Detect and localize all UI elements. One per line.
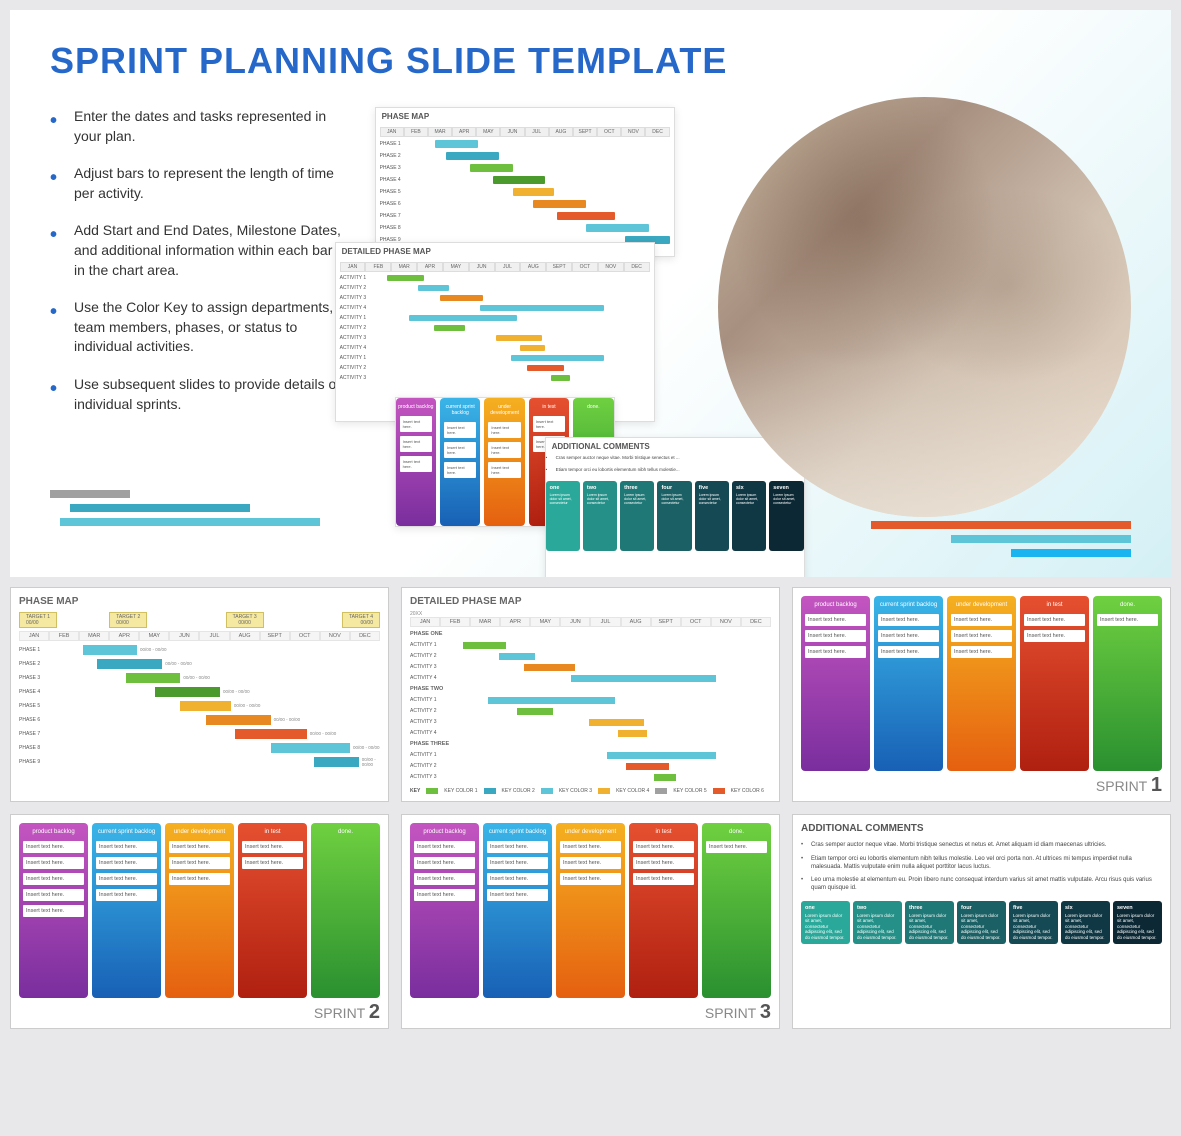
- comments-list: Cras semper auctor neque vitae. Morbi tr…: [801, 842, 1162, 893]
- thumb-title: DETAILED PHASE MAP: [410, 596, 771, 607]
- deco-bar: [50, 490, 130, 498]
- thumb-title: PHASE MAP: [19, 596, 380, 607]
- kanban-board: product backlogInsert text here.Insert t…: [801, 596, 1162, 771]
- deco-bar: [951, 535, 1131, 543]
- kanban-board: product backlogInsert text here.Insert t…: [410, 823, 771, 998]
- thumb-phase-map[interactable]: PHASE MAP TARGET 100/00TARGET 200/00TARG…: [10, 587, 389, 802]
- comment-item: Leo urna molestie at elementum eu. Proin…: [801, 877, 1162, 893]
- slide-title: SPRINT PLANNING SLIDE TEMPLATE: [50, 40, 1131, 82]
- bullet-item: Use the Color Key to assign departments,…: [50, 298, 355, 357]
- bullet-item: Enter the dates and tasks represented in…: [50, 107, 355, 146]
- thumb-sprint-1[interactable]: product backlogInsert text here.Insert t…: [792, 587, 1171, 802]
- mini-gantt: JANFEBMARAPRMAYJUNJULAUGSEPTOCTNOVDECACT…: [336, 260, 654, 384]
- preview-phase-map: PHASE MAP JANFEBMARAPRMAYJUNJULAUGSEPTOC…: [375, 107, 675, 257]
- decorative-bars-right: [871, 521, 1131, 557]
- thumb-title: ADDITIONAL COMMENTS: [801, 823, 1162, 834]
- gantt-body: PHASE 100/00 - 00/00PHASE 200/00 - 00/00…: [19, 643, 380, 768]
- preview-title: PHASE MAP: [376, 108, 674, 125]
- month-row: JANFEBMARAPRMAYJUNJULAUGSEPTOCTNOVDEC: [410, 617, 771, 627]
- thumb-comments[interactable]: ADDITIONAL COMMENTS Cras semper auctor n…: [792, 814, 1171, 1029]
- decorative-bars-left: [50, 490, 320, 526]
- deco-bar: [1011, 549, 1131, 557]
- main-slide: SPRINT PLANNING SLIDE TEMPLATE Enter the…: [10, 10, 1171, 577]
- gantt-body: PHASE ONEACTIVITY 1ACTIVITY 2ACTIVITY 3A…: [410, 629, 771, 782]
- deco-bar: [871, 521, 1131, 529]
- instruction-list: Enter the dates and tasks represented in…: [50, 107, 355, 547]
- sprint-number: SPRINT 3: [705, 1001, 771, 1024]
- thumbnail-grid: PHASE MAP TARGET 100/00TARGET 200/00TARG…: [0, 587, 1181, 1039]
- numbered-cards: oneLorem ipsum dolor sit amet, consectet…: [801, 901, 1162, 944]
- target-row: TARGET 100/00TARGET 200/00TARGET 300/00T…: [19, 611, 380, 629]
- bullet-item: Add Start and End Dates, Milestone Dates…: [50, 221, 355, 280]
- mini-gantt: JANFEBMARAPRMAYJUNJULAUGSEPTOCTNOVDECPHA…: [376, 125, 674, 247]
- thumb-sprint-2[interactable]: product backlogInsert text here.Insert t…: [10, 814, 389, 1029]
- preview-title: DETAILED PHASE MAP: [336, 243, 654, 260]
- color-key: KEYKEY COLOR 1KEY COLOR 2KEY COLOR 3KEY …: [410, 788, 771, 794]
- bullet-item: Adjust bars to represent the length of t…: [50, 164, 355, 203]
- comment-item: Etiam tempor orci eu lobortis elementum …: [801, 856, 1162, 872]
- bullet-item: Use subsequent slides to provide details…: [50, 375, 355, 414]
- hero-photo: [718, 97, 1131, 517]
- preview-stack: PHASE MAP JANFEBMARAPRMAYJUNJULAUGSEPTOC…: [375, 107, 729, 547]
- deco-bar: [60, 518, 320, 526]
- thumb-sprint-3[interactable]: product backlogInsert text here.Insert t…: [401, 814, 780, 1029]
- thumb-detailed-map[interactable]: DETAILED PHASE MAP 20XX JANFEBMARAPRMAYJ…: [401, 587, 780, 802]
- preview-detailed-map: DETAILED PHASE MAP JANFEBMARAPRMAYJUNJUL…: [335, 242, 655, 422]
- sprint-number: SPRINT 1: [1096, 774, 1162, 797]
- content-row: Enter the dates and tasks represented in…: [50, 107, 1131, 547]
- deco-bar: [70, 504, 250, 512]
- kanban-board: product backlogInsert text here.Insert t…: [19, 823, 380, 998]
- sprint-number: SPRINT 2: [314, 1001, 380, 1024]
- comment-item: Cras semper auctor neque vitae. Morbi tr…: [801, 842, 1162, 850]
- month-row: JANFEBMARAPRMAYJUNJULAUGSEPTOCTNOVDEC: [19, 631, 380, 641]
